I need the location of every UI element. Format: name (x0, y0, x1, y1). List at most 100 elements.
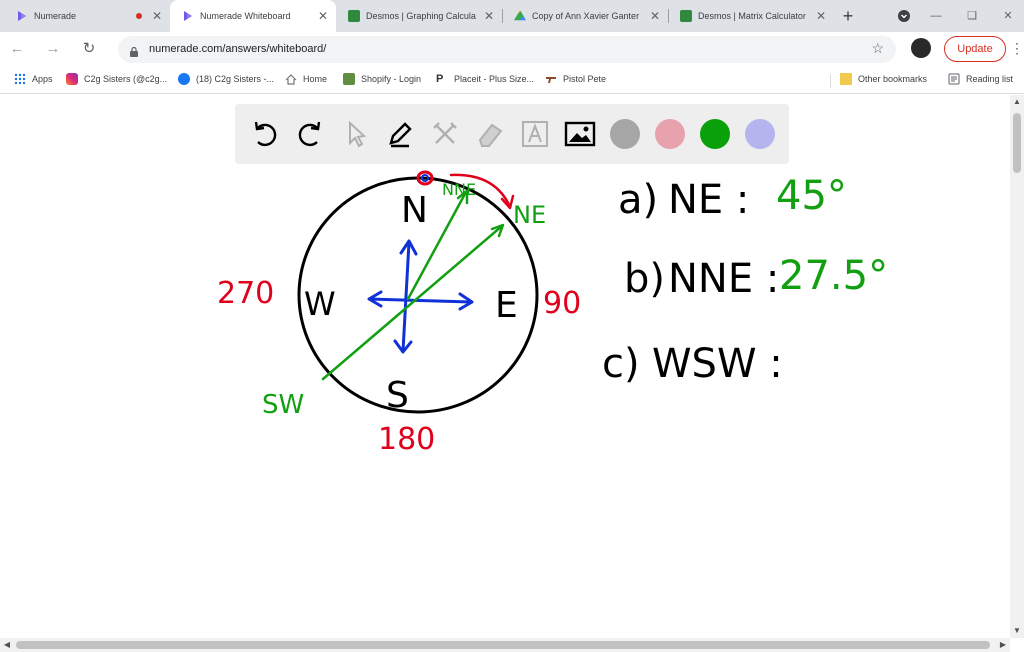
tab-label: Numerade (34, 11, 77, 21)
close-icon[interactable]: ✕ (648, 9, 662, 23)
label-ne: NE (513, 201, 546, 229)
scroll-up-icon[interactable]: ▲ (1010, 95, 1024, 109)
label-nne: NNE (442, 180, 476, 199)
north-zero-mark (416, 170, 434, 186)
bookmark-star-icon[interactable]: ☆ (871, 40, 884, 57)
placeit-icon: P (436, 73, 444, 85)
bookmark-label: Apps (32, 74, 53, 84)
select-icon[interactable] (337, 116, 373, 152)
reading-list-icon (948, 73, 960, 85)
bookmarks-bar: Apps C2g Sisters (@c2g... (18) C2g Siste… (0, 66, 1024, 94)
desmos-icon (348, 10, 360, 22)
instagram-icon (66, 73, 78, 85)
horizontal-scroll-thumb[interactable] (16, 641, 990, 649)
horizontal-scrollbar[interactable]: ◀ ▶ (0, 638, 1010, 652)
bookmark-label: Reading list (966, 74, 1014, 84)
tab-desmos-graphing[interactable]: Desmos | Graphing Calcula ✕ (336, 0, 502, 32)
color-green-swatch[interactable] (697, 116, 733, 152)
url-text: numerade.com/answers/whiteboard/ (149, 43, 327, 55)
compass-north: N (401, 190, 428, 231)
whiteboard-page: N E S W 270 90 180 NNE NE SW a) NE : 45°… (0, 95, 1010, 638)
bookmark-placeit[interactable]: P Placeit - Plus Size... (436, 73, 534, 85)
degree-90: 90 (543, 286, 581, 321)
apps-grid-icon (14, 73, 26, 85)
address-bar[interactable]: numerade.com/answers/whiteboard/ ☆ (118, 36, 896, 63)
scroll-right-icon[interactable]: ▶ (996, 638, 1010, 652)
bookmark-label: Shopify - Login (361, 74, 422, 84)
tab-search-button[interactable] (894, 6, 914, 26)
update-button[interactable]: Update (944, 36, 1006, 62)
compass-east: E (495, 285, 518, 326)
text-icon[interactable] (517, 116, 553, 152)
image-icon[interactable] (562, 116, 598, 152)
answer-b-label: NNE : (668, 256, 779, 302)
scroll-down-icon[interactable]: ▼ (1010, 624, 1024, 638)
bookmark-c2g-facebook[interactable]: (18) C2g Sisters -... (178, 73, 274, 85)
close-icon[interactable]: ✕ (316, 9, 330, 23)
degree-180: 180 (378, 422, 435, 457)
tab-numerade[interactable]: Numerade ✕ (4, 0, 170, 32)
answer-a-value: 45° (776, 173, 847, 219)
restore-button[interactable]: ❏ (962, 6, 982, 26)
bookmark-label: Pistol Pete (563, 74, 607, 84)
pen-icon[interactable] (382, 116, 418, 152)
desmos-icon (680, 10, 692, 22)
tab-label: Numerade Whiteboard (200, 11, 291, 21)
back-button[interactable]: ← (6, 38, 28, 60)
color-lavender-swatch[interactable] (742, 116, 778, 152)
close-icon[interactable]: ✕ (150, 9, 164, 23)
bookmark-label: Placeit - Plus Size... (454, 74, 535, 84)
pistol-icon (545, 73, 557, 85)
vertical-scroll-thumb[interactable] (1013, 113, 1021, 173)
bookmark-home[interactable]: Home (285, 73, 327, 85)
bookmark-label: (18) C2g Sisters -... (196, 74, 275, 84)
bookmark-c2g-instagram[interactable]: C2g Sisters (@c2g... (66, 73, 167, 85)
tab-label: Desmos | Graphing Calcula (366, 11, 476, 21)
whiteboard-canvas[interactable]: N E S W 270 90 180 NNE NE SW a) NE : 45°… (0, 95, 1010, 638)
bookmark-reading-list[interactable]: Reading list (948, 73, 1013, 85)
minimize-button[interactable]: — (926, 6, 946, 26)
answer-b-part: b) (624, 256, 665, 302)
google-drive-icon (514, 10, 526, 21)
bookmarks-divider (830, 74, 831, 88)
lock-icon (130, 44, 138, 57)
tools-icon[interactable] (427, 116, 463, 152)
vertical-scrollbar[interactable]: ▲ ▼ (1010, 95, 1024, 638)
bookmark-label: C2g Sisters (@c2g... (84, 74, 168, 84)
bookmark-apps[interactable]: Apps (14, 73, 53, 85)
bookmark-pistol-pete[interactable]: Pistol Pete (545, 73, 606, 85)
tab-drive-copy[interactable]: Copy of Ann Xavier Ganter ✕ (502, 0, 668, 32)
forward-button[interactable]: → (42, 38, 64, 60)
bookmark-label: Other bookmarks (858, 74, 928, 84)
menu-kebab-icon[interactable]: ⋮ (1010, 40, 1024, 56)
close-icon[interactable]: ✕ (482, 9, 496, 23)
tab-desmos-matrix[interactable]: Desmos | Matrix Calculator ✕ (668, 0, 834, 32)
bookmark-other[interactable]: Other bookmarks (840, 73, 927, 85)
undo-icon[interactable] (247, 116, 283, 152)
tab-numerade-whiteboard[interactable]: Numerade Whiteboard ✕ (170, 0, 336, 32)
recording-icon (136, 13, 142, 19)
compass-circle (297, 176, 539, 414)
answer-a-part: a) (618, 177, 658, 223)
reload-button[interactable]: ↻ (78, 38, 100, 60)
tab-label: Copy of Ann Xavier Ganter (532, 11, 640, 21)
tab-strip: Numerade ✕ Numerade Whiteboard ✕ Desmos … (0, 0, 1024, 32)
color-gray-swatch[interactable] (607, 116, 643, 152)
shopify-icon (343, 73, 355, 85)
close-icon[interactable]: ✕ (814, 9, 828, 23)
color-pink-swatch[interactable] (652, 116, 688, 152)
browser-toolbar: ← → ↻ numerade.com/answers/whiteboard/ ☆ (0, 32, 1024, 66)
bookmark-label: Home (303, 74, 328, 84)
bookmark-shopify[interactable]: Shopify - Login (343, 73, 421, 85)
scroll-left-icon[interactable]: ◀ (0, 638, 14, 652)
tab-label: Desmos | Matrix Calculator (698, 11, 806, 21)
whiteboard-toolbar (235, 104, 789, 164)
eraser-icon[interactable] (472, 116, 508, 152)
new-tab-button[interactable]: + (838, 6, 858, 26)
profile-avatar[interactable] (911, 38, 931, 58)
degree-270: 270 (217, 276, 274, 311)
redo-icon[interactable] (292, 116, 328, 152)
compass-south: S (386, 375, 409, 416)
close-window-button[interactable]: ✕ (998, 6, 1018, 26)
answer-c-label: WSW : (652, 341, 783, 387)
